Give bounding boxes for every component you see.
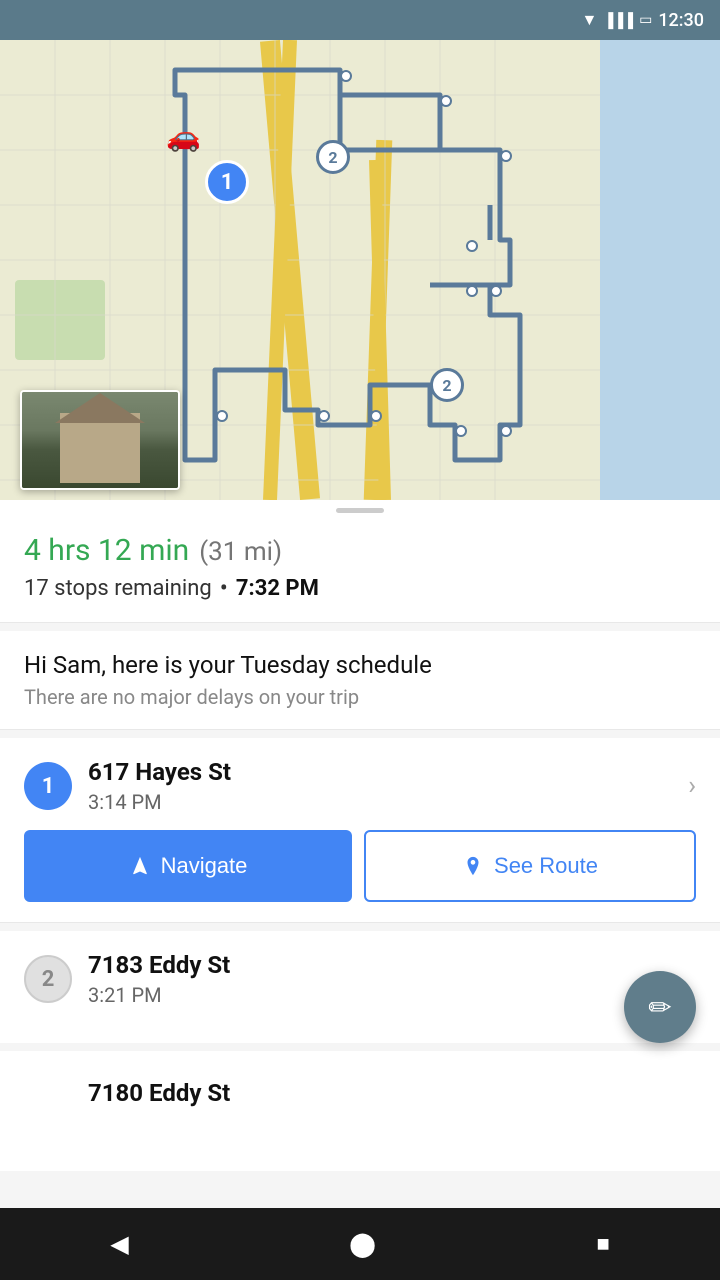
stop-2-time: 3:21 PM [88, 983, 696, 1007]
navigate-icon [129, 855, 151, 877]
see-route-icon [462, 855, 484, 877]
stops-dot: • [220, 574, 228, 602]
see-route-button[interactable]: See Route [364, 830, 696, 902]
route-dot [500, 425, 512, 437]
map-marker-2a: 2 [316, 140, 350, 174]
signal-icon: ▐▐▐ [603, 12, 633, 29]
time-row: 4 hrs 12 min (31 mi) [24, 533, 696, 568]
stop-2-address: 7183 Eddy St [88, 951, 696, 979]
status-time: 12:30 [658, 10, 704, 31]
stop-1-actions: Navigate See Route [24, 830, 696, 902]
route-dot [490, 285, 502, 297]
route-dot [455, 425, 467, 437]
back-icon: ◀ [110, 1230, 128, 1259]
see-route-label: See Route [494, 853, 598, 879]
stop-button[interactable]: ■ [596, 1231, 609, 1257]
navigate-button[interactable]: Navigate [24, 830, 352, 902]
schedule-header: Hi Sam, here is your Tuesday schedule Th… [0, 631, 720, 730]
route-dot [466, 240, 478, 252]
drag-pill [336, 508, 384, 513]
schedule-greeting: Hi Sam, here is your Tuesday schedule [24, 651, 696, 679]
street-thumb-content [22, 392, 178, 488]
stops-row: 17 stops remaining • 7:32 PM [24, 574, 696, 602]
route-dot [466, 285, 478, 297]
navigate-label: Navigate [161, 853, 248, 879]
stop-2-info: 7183 Eddy St 3:21 PM [88, 951, 696, 1007]
drag-handle[interactable] [0, 500, 720, 517]
route-dot [340, 70, 352, 82]
stop-3-address: 7180 Eddy St [88, 1079, 696, 1107]
battery-icon: ▭ [639, 12, 652, 28]
schedule-status: There are no major delays on your trip [24, 685, 696, 709]
stop-1-address: 617 Hayes St [88, 758, 672, 786]
route-dot [318, 410, 330, 422]
home-icon: ⬤ [349, 1230, 376, 1259]
stop-1-header: 1 617 Hayes St 3:14 PM › [24, 758, 696, 814]
stop-3-info: 7180 Eddy St [88, 1079, 696, 1111]
stop-1-info: 617 Hayes St 3:14 PM [88, 758, 672, 814]
route-dot [370, 410, 382, 422]
stops-count: 17 stops remaining [24, 576, 212, 601]
second-stop-container: 2 7183 Eddy St 3:21 PM ✏ [0, 931, 720, 1043]
stop-icon: ■ [596, 1231, 609, 1257]
wifi-icon: ▼ [581, 10, 597, 30]
stop-card-1: 1 617 Hayes St 3:14 PM › Navigate See Ro… [0, 738, 720, 923]
bottom-nav: ◀ ⬤ ■ [0, 1208, 720, 1280]
route-dot [216, 410, 228, 422]
route-dot [440, 95, 452, 107]
car-icon: 🚗 [166, 120, 201, 153]
info-panel: 4 hrs 12 min (31 mi) 17 stops remaining … [0, 517, 720, 623]
house-image [60, 413, 140, 483]
stops-eta: 7:32 PM [236, 576, 319, 601]
stop-card-3-partial: 7180 Eddy St [0, 1051, 720, 1171]
map-marker-1: 1 [205, 160, 249, 204]
edit-icon: ✏ [648, 991, 671, 1024]
edit-fab[interactable]: ✏ [624, 971, 696, 1043]
stop-card-2: 2 7183 Eddy St 3:21 PM [0, 931, 720, 1043]
stop-1-time: 3:14 PM [88, 790, 672, 814]
stop-3-spacer [24, 1071, 72, 1119]
distance: (31 mi) [199, 537, 282, 567]
status-bar: ▼ ▐▐▐ ▭ 12:30 [0, 0, 720, 40]
back-button[interactable]: ◀ [110, 1230, 128, 1259]
street-thumbnail[interactable] [20, 390, 180, 490]
home-button[interactable]: ⬤ [349, 1230, 376, 1259]
map-marker-2b: 2 [430, 368, 464, 402]
duration: 4 hrs 12 min [24, 533, 189, 568]
route-dot [500, 150, 512, 162]
stop-1-number: 1 [24, 762, 72, 810]
stop-2-header: 2 7183 Eddy St 3:21 PM [24, 951, 696, 1007]
stop-1-chevron[interactable]: › [688, 771, 696, 801]
stop-3-header: 7180 Eddy St [24, 1071, 696, 1119]
stop-2-number: 2 [24, 955, 72, 1003]
map-container[interactable]: 🚗 1 2 2 [0, 40, 720, 500]
status-icons: ▼ ▐▐▐ ▭ 12:30 [581, 10, 704, 31]
